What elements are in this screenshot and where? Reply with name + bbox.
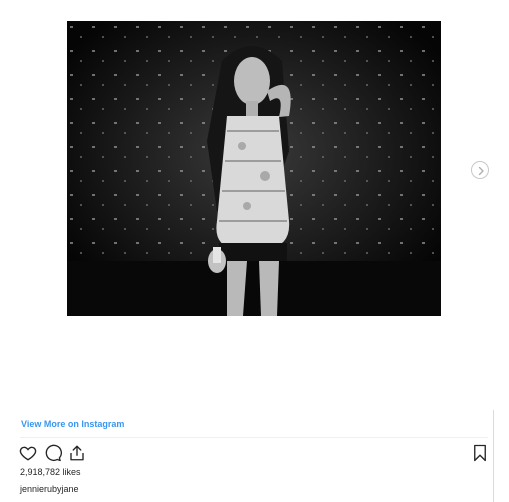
- post-photo[interactable]: [67, 21, 441, 316]
- next-button[interactable]: [471, 161, 489, 179]
- share-button[interactable]: [68, 444, 86, 462]
- comment-button[interactable]: [44, 444, 62, 462]
- bookmark-icon: [474, 444, 486, 462]
- likes-count: 2,918,782 likes: [20, 467, 81, 477]
- save-button[interactable]: [471, 444, 489, 462]
- divider: [20, 437, 488, 438]
- username[interactable]: jennierubyjane: [20, 484, 79, 494]
- comment-icon: [45, 444, 62, 462]
- instagram-embed: View More on Instagram 2,918,782 likes j…: [0, 0, 494, 502]
- share-icon: [70, 445, 84, 461]
- like-button[interactable]: [19, 444, 37, 462]
- heart-icon: [19, 446, 37, 461]
- post-photo-image: [67, 21, 441, 316]
- action-bar: [19, 444, 489, 464]
- chevron-right-icon: [478, 166, 484, 176]
- view-more-link[interactable]: View More on Instagram: [21, 419, 124, 429]
- media-area: [0, 0, 494, 410]
